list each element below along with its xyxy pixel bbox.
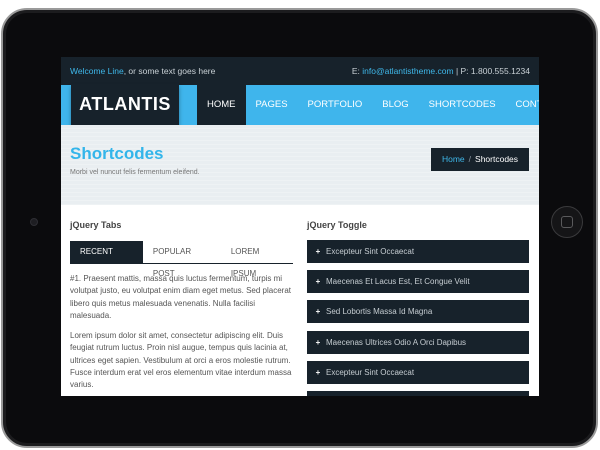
menu-item-pages[interactable]: PAGES [246, 85, 298, 125]
toggle-item[interactable]: + Sed Lobortis Massa Id Magna [307, 300, 529, 323]
breadcrumb-separator: / [468, 154, 472, 164]
site-logo[interactable]: ATLANTIS [71, 84, 179, 125]
toggle-section-title: jQuery Toggle [307, 220, 367, 230]
main-nav: ATLANTIS HOME PAGES PORTFOLIO BLOG SHORT… [61, 84, 539, 125]
menu-item-home[interactable]: HOME [197, 85, 246, 125]
toggle-item-label: Sed Lobortis Massa Id Magna [326, 307, 433, 316]
welcome-text: Welcome Line, or some text goes here [70, 66, 215, 76]
plus-icon: + [315, 307, 321, 316]
breadcrumb-home-link[interactable]: Home [442, 154, 465, 164]
breadcrumb: Home / Shortcodes [431, 148, 529, 171]
toggle-item[interactable]: + Maecenas Ultrices Odio A Orci Dapibus [307, 331, 529, 354]
toggle-item-partial[interactable] [307, 391, 529, 396]
toggle-item-label: Excepteur Sint Occaecat [326, 368, 415, 377]
menu-item-shortcodes[interactable]: SHORTCODES [419, 85, 506, 125]
page-header: Shortcodes Morbi vel nuncut felis fermen… [61, 125, 539, 205]
tab-recent-post[interactable]: RECENT POST [70, 241, 143, 278]
plus-icon: + [315, 338, 321, 347]
tab-popular-post[interactable]: POPULAR POST [143, 241, 221, 278]
toggle-item[interactable]: + Excepteur Sint Occaecat [307, 240, 529, 263]
toggle-item[interactable]: + Excepteur Sint Occaecat [307, 361, 529, 384]
tabs-section-title: jQuery Tabs [70, 220, 122, 230]
breadcrumb-current: Shortcodes [475, 154, 519, 164]
home-button[interactable] [551, 206, 583, 238]
plus-icon: + [315, 247, 321, 256]
tab-content-paragraph-1: #1. Praesent mattis, massa quis luctus f… [70, 274, 292, 320]
content-area: jQuery Tabs RECENT POST POPULAR POST LOR… [61, 205, 539, 396]
menu-item-blog[interactable]: BLOG [372, 85, 418, 125]
contact-info: E: info@atlantistheme.com | P: 1.800.555… [352, 66, 530, 76]
welcome-link[interactable]: Welcome Line [70, 66, 124, 76]
welcome-rest: , or some text goes here [123, 66, 216, 76]
menu: HOME PAGES PORTFOLIO BLOG SHORTCODES CON… [197, 85, 539, 125]
menu-item-contact[interactable]: CONTACT [506, 85, 539, 125]
top-bar: Welcome Line, or some text goes here E: … [61, 57, 539, 85]
page-title: Shortcodes [70, 144, 164, 163]
plus-icon: + [315, 277, 321, 286]
page-subtitle: Morbi vel nuncut felis fermentum eleifen… [70, 169, 200, 176]
toggle-item[interactable]: + Maecenas Et Lacus Est, Et Congue Velit [307, 270, 529, 293]
email-link[interactable]: info@atlantistheme.com [362, 66, 453, 76]
tab-lorem-ipsum[interactable]: LOREM IPSUM [221, 241, 293, 278]
tabs-bar: RECENT POST POPULAR POST LOREM IPSUM [70, 241, 293, 278]
screen: Welcome Line, or some text goes here E: … [61, 57, 539, 396]
camera-icon [30, 218, 38, 226]
tab-content-paragraph-2: Lorem ipsum dolor sit amet, consectetur … [70, 331, 292, 390]
menu-item-portfolio[interactable]: PORTFOLIO [298, 85, 373, 125]
toggle-item-label: Maecenas Ultrices Odio A Orci Dapibus [326, 338, 467, 347]
phone-text: | P: 1.800.555.1234 [453, 66, 530, 76]
toggle-item-label: Excepteur Sint Occaecat [326, 247, 415, 256]
plus-icon: + [315, 368, 321, 377]
email-label: E: [351, 66, 363, 76]
toggle-item-label: Maecenas Et Lacus Est, Et Congue Velit [326, 277, 470, 286]
